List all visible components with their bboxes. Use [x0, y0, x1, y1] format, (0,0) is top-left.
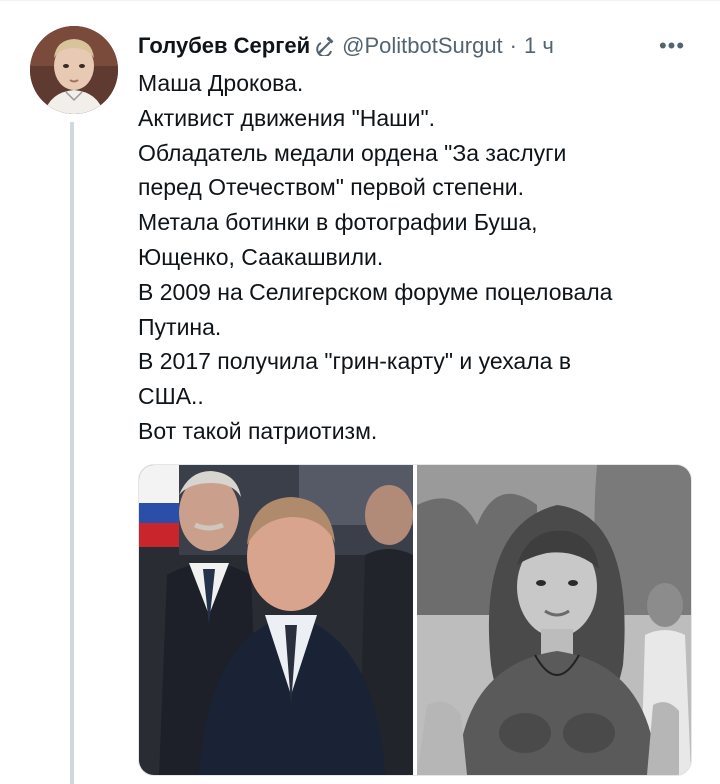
- meta-separator: ·: [509, 33, 517, 58]
- tweet-text-line: В 2009 на Селигерском форуме поцеловала: [138, 278, 613, 305]
- tweet-text-line: Метала ботинки в фотографии Буша,: [138, 209, 538, 236]
- tweet-text: Маша Дрокова. Активист движения "Наши". …: [138, 66, 698, 449]
- media-photo-right[interactable]: [417, 465, 691, 775]
- tweet-text-line: Ющенко, Саакашвили.: [138, 243, 384, 270]
- tweet-text-line: В 2017 получила "грин-карту" и уехала в: [138, 348, 572, 375]
- photo-girl-bw: [417, 465, 691, 775]
- author-name[interactable]: Голубев Сергей: [138, 33, 310, 59]
- thread-connector-line: [70, 122, 74, 784]
- tweet-media-grid: [138, 464, 692, 776]
- tweet-text-line: Маша Дрокова.: [138, 70, 304, 96]
- avatar-photo: [30, 26, 118, 114]
- top-divider: [0, 0, 720, 1]
- tweet-timestamp[interactable]: 1 ч: [524, 33, 554, 59]
- tweet-text-line: перед Отечеством" первой степени.: [138, 174, 525, 201]
- author-avatar[interactable]: [30, 26, 118, 114]
- more-options-icon[interactable]: •••: [654, 32, 690, 60]
- tweet-text-line: Обладатель медали ордена "За заслуги: [138, 139, 567, 166]
- tweet-text-line: Вот такой патриотизм.: [138, 417, 378, 444]
- photo-men-in-suits: [139, 465, 413, 775]
- hammer-sickle-icon: [316, 36, 336, 56]
- tweet-text-line: Активист движения "Наши".: [138, 104, 436, 131]
- media-photo-left[interactable]: [139, 465, 413, 775]
- author-handle[interactable]: @PolitbotSurgut: [342, 33, 503, 59]
- tweet-text-line: США..: [138, 383, 204, 410]
- tweet-text-line: Путина.: [138, 313, 222, 340]
- tweet-header: Голубев Сергей @PolitbotSurgut · 1 ч: [138, 30, 554, 62]
